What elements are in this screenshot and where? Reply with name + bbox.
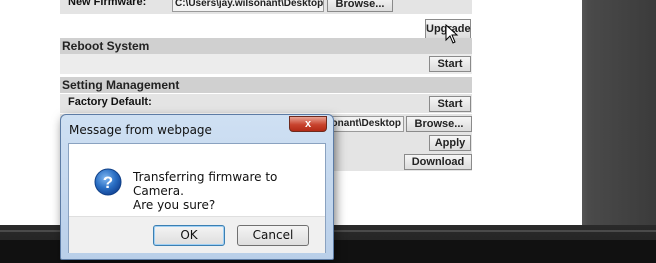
- dialog-message-line1: Transferring firmware to Camera.: [133, 170, 278, 198]
- question-icon: ?: [94, 168, 122, 196]
- window-frame-right: [582, 0, 656, 263]
- factory-default-row: Factory Default:: [60, 94, 472, 113]
- svg-text:?: ?: [103, 173, 113, 192]
- firmware-browse-button[interactable]: Browse...: [327, 0, 393, 12]
- ok-button[interactable]: OK: [153, 225, 225, 246]
- dialog-close-button[interactable]: x: [289, 116, 327, 132]
- apply-button[interactable]: Apply: [429, 135, 471, 151]
- settings-browse-button[interactable]: Browse...: [406, 116, 472, 132]
- new-firmware-row: New Firmware: C:\Users\jay.wilsonant\Des…: [60, 0, 472, 14]
- reboot-start-button[interactable]: Start: [429, 56, 471, 72]
- factory-default-label: Factory Default:: [68, 96, 152, 108]
- cancel-button[interactable]: Cancel: [237, 225, 309, 246]
- close-icon: x: [304, 118, 312, 130]
- dialog-body: ? Transferring firmware to Camera. Are y…: [68, 143, 326, 253]
- reboot-row: [60, 54, 472, 74]
- dialog-message: Transferring firmware to Camera. Are you…: [133, 170, 325, 212]
- dialog-message-line2: Are you sure?: [133, 198, 216, 212]
- dialog-footer: OK Cancel: [69, 216, 325, 253]
- factory-default-start-button[interactable]: Start: [429, 96, 471, 112]
- confirm-dialog: Message from webpage x ? Transferring fi…: [60, 114, 334, 260]
- new-firmware-label: New Firmware:: [68, 0, 147, 8]
- dialog-title: Message from webpage: [69, 123, 212, 137]
- firmware-path-field[interactable]: C:\Users\jay.wilsonant\Desktop: [172, 0, 324, 12]
- setting-management-header: Setting Management: [60, 77, 472, 93]
- reboot-system-header: Reboot System: [60, 38, 472, 54]
- download-button[interactable]: Download: [404, 154, 472, 170]
- mouse-cursor-icon: [445, 24, 459, 44]
